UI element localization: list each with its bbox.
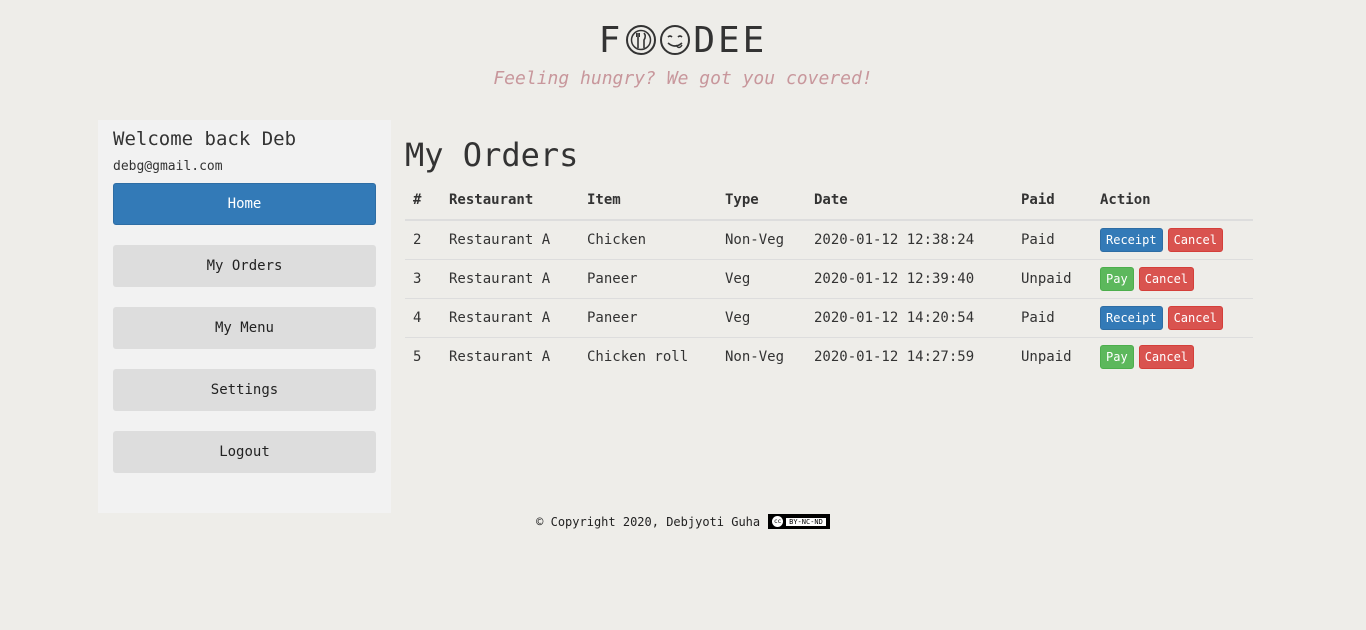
table-row: 2 Restaurant A Chicken Non-Veg 2020-01-1… (405, 220, 1253, 260)
home-button[interactable]: Home (113, 183, 376, 225)
tagline: Feeling hungry? We got you covered! (493, 68, 873, 89)
order-actions: Receipt Cancel (1092, 220, 1253, 260)
order-paid-status: Unpaid (1021, 349, 1072, 365)
settings-button[interactable]: Settings (113, 369, 376, 411)
column-header-id: # (405, 181, 441, 221)
receipt-button[interactable]: Receipt (1100, 306, 1163, 330)
pay-button[interactable]: Pay (1100, 267, 1134, 291)
order-id: 4 (405, 298, 441, 338)
order-id: 5 (413, 349, 422, 365)
cc-icon: cc (772, 516, 784, 527)
column-header-item: Item (579, 181, 717, 221)
column-header-paid: Paid (1013, 181, 1092, 221)
brand-suffix: DEE (693, 19, 768, 61)
cancel-button[interactable]: Cancel (1138, 267, 1195, 291)
order-actions: Pay Cancel (1092, 259, 1253, 299)
user-email: debg@gmail.com (113, 159, 223, 174)
plate-fork-knife-icon (626, 25, 657, 55)
logo-icons (625, 24, 691, 56)
yummy-face-icon (660, 25, 691, 55)
order-date: 2020-01-12 14:20:54 (806, 298, 1013, 338)
order-item: Chicken (579, 220, 717, 260)
column-header-action: Action (1092, 181, 1253, 221)
cc-license-badge[interactable]: cc BY-NC-ND (768, 514, 830, 529)
order-actions: Pay Cancel (1092, 338, 1253, 377)
order-paid-status: Paid (1013, 220, 1092, 260)
table-row: 4 Restaurant A Paneer Veg 2020-01-12 14:… (405, 298, 1253, 338)
order-date: 2020-01-12 14:27:59 (814, 349, 975, 365)
table-row: 5 Restaurant A Chicken roll Non-Veg 2020… (405, 338, 1253, 377)
order-paid-status: Paid (1013, 298, 1092, 338)
order-restaurant: Restaurant A (449, 349, 551, 365)
order-date: 2020-01-12 12:39:40 (806, 259, 1013, 299)
brand-logo: F DEE (0, 18, 1366, 62)
my-orders-button[interactable]: My Orders (113, 245, 376, 287)
cancel-button[interactable]: Cancel (1167, 306, 1223, 330)
brand-prefix: F (598, 19, 624, 61)
order-type: Veg (717, 298, 806, 338)
order-type: Non-Veg (717, 220, 806, 260)
column-header-type: Type (717, 181, 806, 221)
order-restaurant: Restaurant A (441, 298, 579, 338)
orders-table: # Restaurant Item Type Date Paid Action … (405, 181, 1253, 376)
order-type: Non-Veg (725, 349, 785, 365)
receipt-button[interactable]: Receipt (1100, 228, 1163, 252)
order-type: Veg (717, 259, 806, 299)
cancel-button[interactable]: Cancel (1138, 345, 1195, 369)
order-restaurant: Restaurant A (441, 259, 579, 299)
welcome-text: Welcome back Deb (113, 128, 297, 150)
footer: © Copyright 2020, Debjyoti Guha cc BY-NC… (0, 514, 1366, 529)
column-header-date: Date (806, 181, 1013, 221)
license-text: BY-NC-ND (786, 517, 826, 526)
sidebar: Welcome back Deb debg@gmail.com Home My … (98, 120, 391, 513)
my-menu-button[interactable]: My Menu (113, 307, 376, 349)
order-id: 3 (405, 259, 441, 299)
copyright-text: © Copyright 2020, Debjyoti Guha (536, 514, 761, 529)
table-row: 3 Restaurant A Paneer Veg 2020-01-12 12:… (405, 259, 1253, 299)
order-id: 2 (405, 220, 441, 260)
order-item: Paneer (579, 259, 717, 299)
pay-button[interactable]: Pay (1100, 345, 1134, 369)
table-header-row: # Restaurant Item Type Date Paid Action (405, 181, 1253, 221)
column-header-restaurant: Restaurant (441, 181, 579, 221)
page-title: My Orders (405, 136, 579, 174)
order-paid-status: Unpaid (1013, 259, 1092, 299)
logout-button[interactable]: Logout (113, 431, 376, 473)
order-date: 2020-01-12 12:38:24 (806, 220, 1013, 260)
order-restaurant: Restaurant A (441, 220, 579, 260)
cancel-button[interactable]: Cancel (1167, 228, 1223, 252)
order-item: Chicken roll (587, 349, 689, 365)
order-actions: Receipt Cancel (1092, 298, 1253, 338)
order-item: Paneer (579, 298, 717, 338)
